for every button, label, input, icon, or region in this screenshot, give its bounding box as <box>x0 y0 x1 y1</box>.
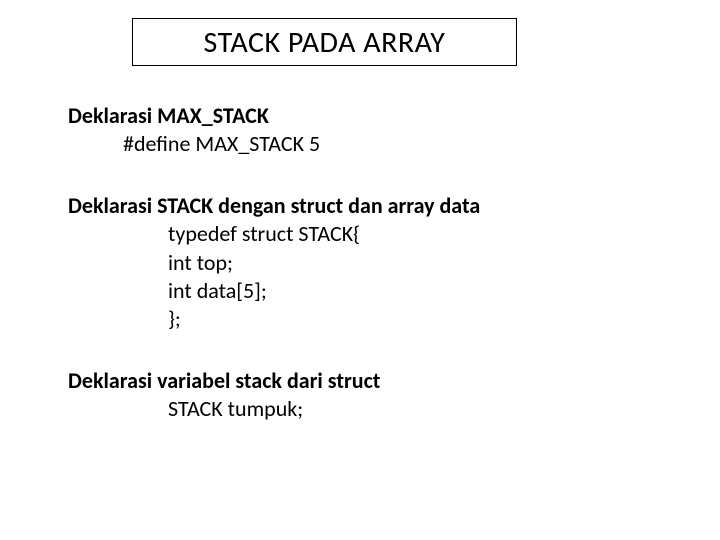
section-head-struct: Deklarasi STACK dengan struct dan array … <box>68 192 670 220</box>
spacer <box>68 158 670 192</box>
section-head-variable: Deklarasi variabel stack dari struct <box>68 367 670 395</box>
content-area: Deklarasi MAX_STACK #define MAX_STACK 5 … <box>68 102 670 423</box>
code-line: int top; <box>68 249 670 277</box>
code-line: #define MAX_STACK 5 <box>68 130 670 158</box>
code-line: typedef struct STACK{ <box>68 220 670 248</box>
spacer <box>68 333 670 367</box>
page-title: STACK PADA ARRAY <box>204 24 446 61</box>
code-line: STACK tumpuk; <box>68 395 670 423</box>
code-line: int data[5]; <box>68 277 670 305</box>
section-head-max-stack: Deklarasi MAX_STACK <box>68 102 670 130</box>
code-line: }; <box>68 305 670 333</box>
title-box: STACK PADA ARRAY <box>132 18 517 66</box>
